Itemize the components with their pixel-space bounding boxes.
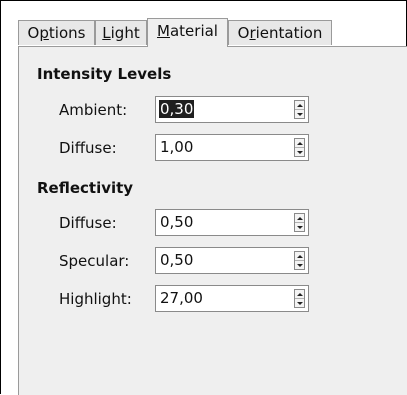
specular-label: Specular: xyxy=(59,252,130,270)
highlight-increment-button[interactable] xyxy=(295,290,304,299)
arrow-down-icon xyxy=(296,112,303,116)
tab-material[interactable]: Material xyxy=(147,18,228,47)
highlight-value[interactable]: 27,00 xyxy=(159,289,204,307)
intensity-diffuse-decrement-button[interactable] xyxy=(295,148,304,156)
ambient-increment-button[interactable] xyxy=(295,101,304,110)
highlight-spin-buttons[interactable] xyxy=(294,289,305,308)
specular-spinbox[interactable]: 0,50 xyxy=(155,247,309,274)
reflectivity-diffuse-decrement-button[interactable] xyxy=(295,223,304,231)
tab-material-label: Material xyxy=(157,22,218,40)
reflectivity-diffuse-spin-buttons[interactable] xyxy=(294,213,305,232)
intensity-diffuse-spinbox[interactable]: 1,00 xyxy=(155,134,309,161)
material-panel: Intensity Levels Ambient: 0,30 Diffuse: … xyxy=(18,46,407,395)
ambient-spin-buttons[interactable] xyxy=(294,100,305,119)
highlight-decrement-button[interactable] xyxy=(295,299,304,307)
arrow-up-icon xyxy=(296,292,303,296)
arrow-down-icon xyxy=(296,263,303,267)
specular-decrement-button[interactable] xyxy=(295,261,304,269)
intensity-diffuse-increment-button[interactable] xyxy=(295,139,304,148)
tab-light[interactable]: Light xyxy=(95,20,147,45)
reflectivity-diffuse-label: Diffuse: xyxy=(59,214,117,232)
tab-orientation-label: Orientation xyxy=(237,24,323,42)
arrow-up-icon xyxy=(296,254,303,258)
specular-increment-button[interactable] xyxy=(295,252,304,261)
intensity-levels-title: Intensity Levels xyxy=(37,65,172,83)
arrow-up-icon xyxy=(296,141,303,145)
reflectivity-diffuse-spinbox[interactable]: 0,50 xyxy=(155,209,309,236)
highlight-label: Highlight: xyxy=(59,290,132,308)
highlight-spinbox[interactable]: 27,00 xyxy=(155,285,309,312)
ambient-spinbox[interactable]: 0,30 xyxy=(155,96,309,123)
reflectivity-diffuse-value[interactable]: 0,50 xyxy=(159,213,194,231)
tab-light-label: Light xyxy=(102,24,140,42)
intensity-diffuse-value[interactable]: 1,00 xyxy=(159,138,194,156)
tab-orientation[interactable]: Orientation xyxy=(228,20,332,45)
tab-options[interactable]: Options xyxy=(18,20,95,45)
reflectivity-title: Reflectivity xyxy=(37,179,134,197)
ambient-label: Ambient: xyxy=(59,101,128,119)
arrow-down-icon xyxy=(296,301,303,305)
ambient-decrement-button[interactable] xyxy=(295,110,304,118)
frame-border-left xyxy=(0,0,1,394)
arrow-up-icon xyxy=(296,216,303,220)
arrow-down-icon xyxy=(296,150,303,154)
dialog-frame: Options Light Material Orientation Inten… xyxy=(0,0,407,395)
intensity-diffuse-label: Diffuse: xyxy=(59,139,117,157)
frame-border-top xyxy=(0,0,407,1)
specular-value[interactable]: 0,50 xyxy=(159,251,194,269)
reflectivity-diffuse-increment-button[interactable] xyxy=(295,214,304,223)
tab-options-label: Options xyxy=(27,24,86,42)
arrow-down-icon xyxy=(296,225,303,229)
arrow-up-icon xyxy=(296,103,303,107)
ambient-value[interactable]: 0,30 xyxy=(159,100,195,118)
intensity-diffuse-spin-buttons[interactable] xyxy=(294,138,305,157)
specular-spin-buttons[interactable] xyxy=(294,251,305,270)
